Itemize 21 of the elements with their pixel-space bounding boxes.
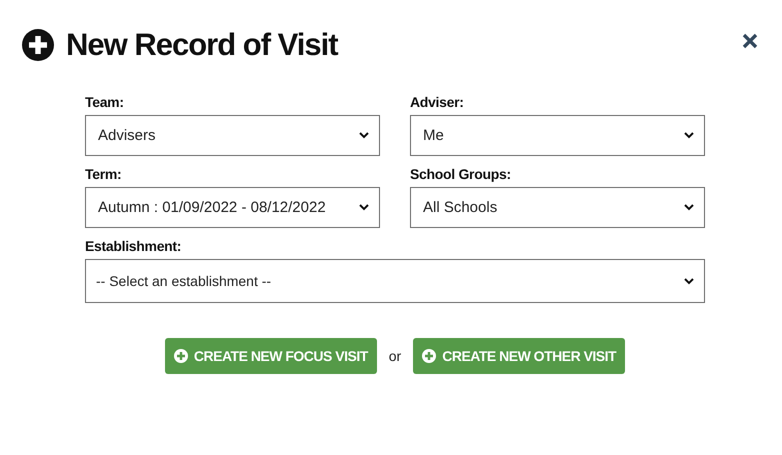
field-label: Team: (85, 94, 125, 112)
select-field[interactable]: -- Select an establishment -- (85, 259, 705, 303)
field-label: Adviser: (410, 94, 465, 112)
chevron-down-icon (684, 132, 694, 139)
select-field[interactable]: Advisers (85, 115, 380, 156)
select-field[interactable]: Me (410, 115, 705, 156)
chevron-down-icon (359, 204, 369, 211)
plus-circle-icon (22, 29, 54, 61)
field-label: Establishment: (85, 238, 182, 256)
close-icon[interactable] (742, 33, 758, 49)
select-field[interactable]: All Schools (410, 187, 705, 228)
separator-text: or (388, 348, 402, 364)
plus-circle-icon (422, 349, 436, 363)
select-field[interactable]: Autumn : 01/09/2022 - 08/12/2022 (85, 187, 380, 228)
chevron-down-icon (684, 204, 694, 211)
plus-circle-icon (174, 349, 188, 363)
chevron-down-icon (684, 278, 694, 284)
field-label: Term: (85, 166, 122, 184)
dialog-title: New Record of Visit (66, 27, 338, 63)
chevron-down-icon (359, 132, 369, 139)
field-label: School Groups: (410, 166, 512, 184)
